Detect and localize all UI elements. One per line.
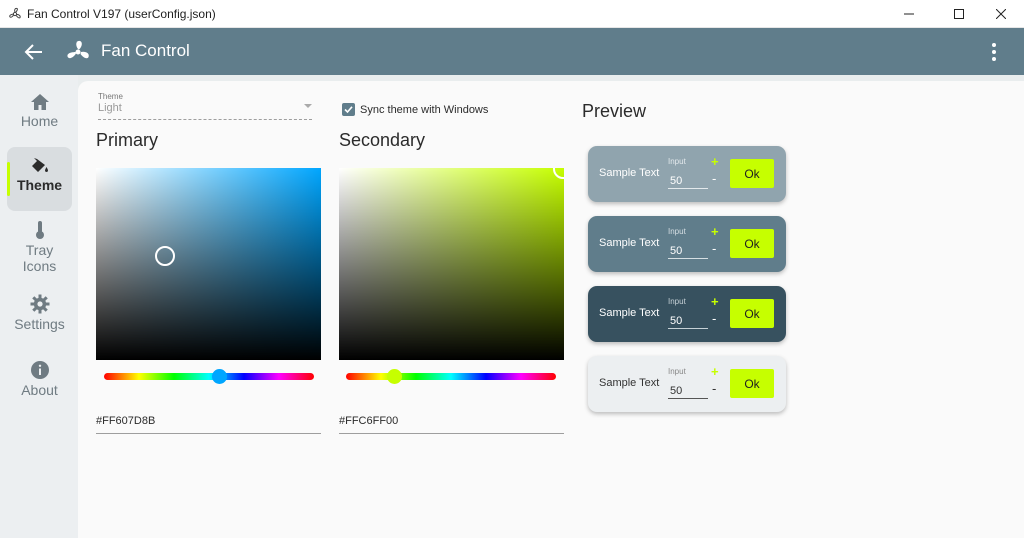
ok-button[interactable]: Ok	[730, 299, 774, 328]
maximize-icon	[954, 9, 964, 19]
primary-color-handle[interactable]	[155, 246, 175, 266]
input-label: Input	[668, 227, 686, 236]
window-title: Fan Control V197 (userConfig.json)	[27, 7, 216, 21]
sync-theme-checkbox[interactable]: Sync theme with Windows	[342, 103, 488, 116]
sidebar-item-label: Settings	[14, 316, 65, 332]
minimize-icon	[904, 13, 914, 15]
sidebar-item-about[interactable]: About	[7, 360, 72, 400]
input-field[interactable]: 50	[668, 380, 708, 399]
increment-button[interactable]: +	[711, 364, 719, 379]
sidebar-item-settings[interactable]: Settings	[7, 294, 72, 334]
decrement-button[interactable]: -	[712, 311, 716, 326]
checkbox-checked-icon	[342, 103, 355, 116]
secondary-color-handle[interactable]	[553, 168, 564, 179]
secondary-hex-input[interactable]: #FFC6FF00	[339, 410, 564, 434]
ok-button[interactable]: Ok	[730, 369, 774, 398]
app-title: Fan Control	[101, 41, 190, 60]
sync-theme-label: Sync theme with Windows	[360, 103, 489, 116]
increment-button[interactable]: +	[711, 154, 719, 169]
decrement-button[interactable]: -	[712, 241, 716, 256]
secondary-heading: Secondary	[339, 130, 426, 150]
primary-heading: Primary	[96, 130, 158, 150]
arrow-left-icon[interactable]	[22, 40, 46, 64]
sidebar-item-label: Theme	[16, 177, 63, 193]
chevron-down-icon	[304, 104, 312, 108]
sidebar-item-label: About	[21, 382, 58, 398]
sample-text: Sample Text	[599, 167, 660, 179]
preview-card: Sample Text Input 50 + - Ok	[588, 356, 786, 412]
preview-card: Sample Text Input 50 + - Ok	[588, 216, 786, 272]
more-vertical-icon[interactable]	[983, 40, 1005, 64]
sidebar-item-label: Tray Icons	[22, 242, 57, 274]
primary-hex-input[interactable]: #FF607D8B	[96, 410, 321, 434]
primary-hue-thumb[interactable]	[212, 369, 227, 384]
preview-heading: Preview	[582, 101, 647, 121]
input-field[interactable]: 50	[668, 310, 708, 329]
sample-text: Sample Text	[599, 237, 660, 249]
secondary-hue-thumb[interactable]	[387, 369, 402, 384]
input-label: Input	[668, 157, 686, 166]
ok-button[interactable]: Ok	[730, 229, 774, 258]
primary-hue-slider[interactable]	[104, 369, 314, 384]
fan-icon	[67, 40, 89, 59]
ok-button[interactable]: Ok	[730, 159, 774, 188]
theme-select-value: Light	[98, 102, 122, 114]
primary-color-area[interactable]	[96, 168, 321, 360]
input-label: Input	[668, 297, 686, 306]
info-icon	[30, 361, 49, 379]
thermometer-icon	[35, 221, 44, 239]
window-titlebar: Fan Control V197 (userConfig.json)	[0, 0, 1024, 28]
sample-text: Sample Text	[599, 377, 660, 389]
maximize-button[interactable]	[936, 0, 982, 28]
sidebar-item-label: Home	[20, 113, 59, 129]
preview-card: Sample Text Input 50 + - Ok	[588, 286, 786, 342]
input-field[interactable]: 50	[668, 170, 708, 189]
preview-card: Sample Text Input 50 + - Ok	[588, 146, 786, 202]
theme-select-label: Theme	[98, 92, 123, 101]
close-icon	[996, 9, 1006, 19]
input-label: Input	[668, 367, 686, 376]
secondary-hue-slider[interactable]	[346, 369, 556, 384]
paint-bucket-icon	[31, 158, 48, 172]
secondary-color-area[interactable]	[339, 168, 564, 360]
sidebar-item-home[interactable]: Home	[7, 93, 72, 141]
sidebar-item-tray-icons[interactable]: Tray Icons	[7, 220, 72, 280]
sidebar-item-theme[interactable]: Theme	[7, 147, 72, 211]
minimize-button[interactable]	[886, 0, 932, 28]
app-header: Fan Control	[0, 28, 1024, 75]
close-button[interactable]	[978, 0, 1024, 28]
sidebar: Home Theme Tray Icons Settings About	[0, 75, 78, 538]
fan-icon	[9, 7, 21, 19]
theme-select[interactable]: Theme Light	[98, 92, 312, 120]
increment-button[interactable]: +	[711, 224, 719, 239]
increment-button[interactable]: +	[711, 294, 719, 309]
decrement-button[interactable]: -	[712, 171, 716, 186]
sample-text: Sample Text	[599, 307, 660, 319]
decrement-button[interactable]: -	[712, 381, 716, 396]
gear-icon	[30, 294, 49, 314]
home-icon	[30, 94, 49, 110]
input-field[interactable]: 50	[668, 240, 708, 259]
selected-indicator	[7, 162, 10, 196]
